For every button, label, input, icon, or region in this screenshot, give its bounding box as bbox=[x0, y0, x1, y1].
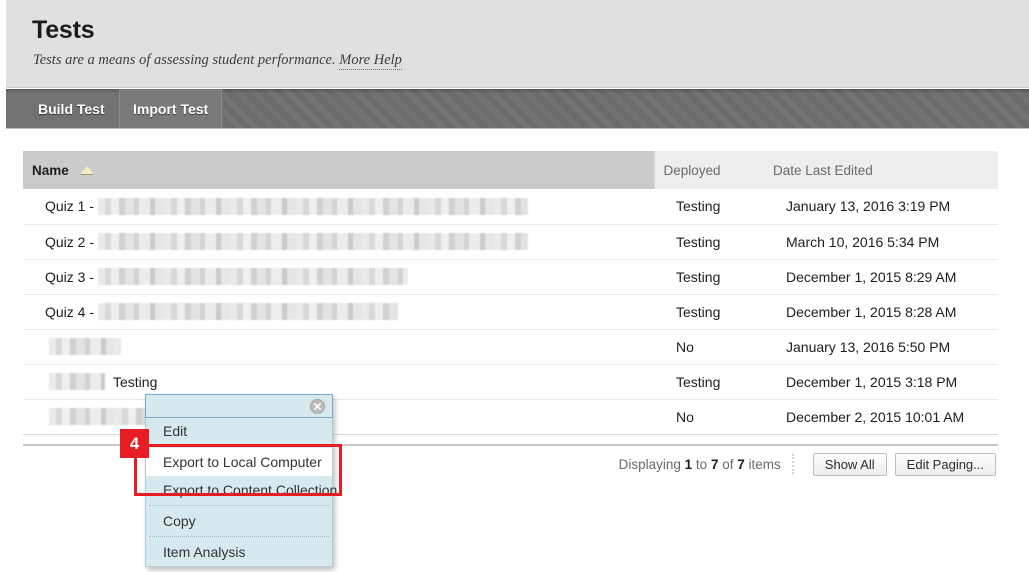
cell-deployed: No bbox=[654, 399, 764, 435]
column-header-date-last-edited[interactable]: Date Last Edited bbox=[764, 151, 998, 189]
tests-page: Tests Tests are a means of assessing stu… bbox=[0, 0, 1029, 572]
column-header-name[interactable]: Name bbox=[23, 151, 655, 189]
tests-table: Name Deployed Date Last Edited Quiz 1 - T… bbox=[23, 151, 998, 435]
paging-divider bbox=[791, 454, 794, 474]
cell-name[interactable] bbox=[23, 329, 654, 365]
close-icon[interactable] bbox=[310, 399, 325, 414]
context-menu-item[interactable]: Item Analysis bbox=[146, 538, 332, 566]
context-menu-separator bbox=[149, 505, 329, 506]
redacted-name bbox=[98, 197, 529, 215]
paging-items-word: items bbox=[748, 456, 781, 472]
table-row[interactable]: No January 13, 2016 5:50 PM bbox=[23, 329, 998, 365]
name-cell-content: Quiz 1 - bbox=[45, 197, 654, 215]
context-menu: Edit Export to Local Computer Export to Co… bbox=[145, 394, 337, 567]
table-row[interactable]: Quiz 4 - Testing December 1, 2015 8:28 AM bbox=[23, 294, 998, 330]
context-menu-item[interactable]: Export to Content Collection bbox=[146, 476, 337, 504]
page-description-text: Tests are a means of assessing student p… bbox=[33, 52, 336, 68]
table-row[interactable]: Quiz 3 - Testing December 1, 2015 8:29 AM bbox=[23, 259, 998, 295]
context-menu-item[interactable]: Edit bbox=[146, 417, 332, 445]
cell-name[interactable]: Quiz 4 - bbox=[23, 294, 654, 330]
redacted-name bbox=[49, 373, 105, 390]
column-header-deployed[interactable]: Deployed bbox=[654, 151, 764, 189]
paging-total: 7 bbox=[737, 456, 745, 472]
cell-date-last-edited: March 10, 2016 5:34 PM bbox=[764, 224, 998, 260]
context-menu-header bbox=[145, 394, 333, 418]
name-prefix: Quiz 4 - bbox=[45, 303, 95, 320]
cell-name[interactable]: Quiz 3 - bbox=[23, 259, 654, 295]
name-prefix: Quiz 2 - bbox=[45, 233, 95, 250]
name-cell-content: Testing bbox=[45, 373, 654, 390]
cell-name[interactable]: Quiz 1 - bbox=[23, 189, 654, 225]
name-cell-content bbox=[45, 338, 654, 355]
page-header: Tests Tests are a means of assessing stu… bbox=[6, 0, 1029, 88]
annotation-step-badge: 4 bbox=[120, 429, 149, 458]
paging-displaying-word: Displaying bbox=[618, 456, 681, 472]
more-help-link[interactable]: More Help bbox=[339, 52, 402, 70]
redacted-name bbox=[49, 338, 121, 355]
context-menu-item[interactable]: Export to Local Computer bbox=[146, 448, 332, 476]
cell-deployed: No bbox=[654, 329, 764, 365]
cell-date-last-edited: December 1, 2015 8:28 AM bbox=[764, 294, 998, 330]
context-menu-separator bbox=[149, 536, 329, 537]
context-menu-separator bbox=[149, 446, 329, 447]
cell-date-last-edited: January 13, 2016 5:50 PM bbox=[764, 329, 998, 365]
cell-name[interactable] bbox=[23, 399, 654, 435]
context-menu-item[interactable]: Copy bbox=[146, 507, 332, 535]
paging-from: 1 bbox=[684, 456, 693, 472]
redacted-name bbox=[98, 268, 409, 285]
name-cell-content: Quiz 3 - bbox=[45, 268, 654, 285]
paging-of-word: of bbox=[722, 456, 734, 472]
page-description: Tests are a means of assessing student p… bbox=[33, 52, 402, 70]
redacted-name bbox=[98, 233, 529, 250]
cell-name[interactable]: Quiz 2 - bbox=[23, 224, 654, 260]
cell-date-last-edited: January 13, 2016 3:19 PM bbox=[764, 189, 998, 225]
context-menu-items: Edit Export to Local Computer Export to Co… bbox=[146, 417, 337, 566]
name-cell-content bbox=[45, 408, 654, 425]
import-test-button[interactable]: Import Test bbox=[119, 89, 223, 128]
name-suffix: Testing bbox=[113, 373, 158, 390]
table-header-row: Name Deployed Date Last Edited bbox=[23, 151, 998, 189]
table-row[interactable]: Quiz 2 - Testing March 10, 2016 5:34 PM bbox=[23, 224, 998, 260]
cell-date-last-edited: December 2, 2015 10:01 AM bbox=[764, 399, 998, 435]
cell-deployed: Testing bbox=[654, 259, 764, 295]
column-header-name-label: Name bbox=[32, 162, 69, 178]
tests-table-head: Name Deployed Date Last Edited bbox=[23, 151, 998, 189]
page-title: Tests bbox=[32, 16, 95, 44]
cell-date-last-edited: December 1, 2015 3:18 PM bbox=[764, 364, 998, 400]
table-row[interactable]: Quiz 1 - Testing January 13, 2016 3:19 PM bbox=[23, 189, 998, 225]
name-cell-content: Quiz 4 - bbox=[45, 303, 654, 320]
name-cell-content: Quiz 2 - bbox=[45, 233, 654, 250]
cell-deployed: Testing bbox=[654, 224, 764, 260]
build-test-button[interactable]: Build Test bbox=[24, 89, 119, 128]
cell-deployed: Testing bbox=[654, 189, 764, 225]
sort-ascending-icon[interactable] bbox=[79, 165, 94, 174]
edit-paging-button[interactable]: Edit Paging... bbox=[894, 452, 996, 476]
paging-to-word: to bbox=[695, 456, 708, 472]
cell-name[interactable]: Testing bbox=[23, 364, 654, 400]
cell-date-last-edited: December 1, 2015 8:29 AM bbox=[764, 259, 998, 295]
name-prefix: Quiz 3 - bbox=[45, 268, 95, 285]
redacted-name bbox=[49, 408, 147, 425]
show-all-button[interactable]: Show All bbox=[812, 452, 887, 476]
name-prefix: Quiz 1 - bbox=[45, 198, 95, 215]
paging-to: 7 bbox=[710, 456, 719, 472]
action-bar: Build Test Import Test bbox=[6, 89, 1029, 129]
cell-deployed: Testing bbox=[654, 294, 764, 330]
tests-table-container: Name Deployed Date Last Edited Quiz 1 - T… bbox=[23, 151, 998, 435]
paging-count-text: Displaying 1 to 7 of 7 items bbox=[619, 457, 781, 472]
cell-deployed: Testing bbox=[654, 364, 764, 400]
redacted-name bbox=[98, 303, 399, 320]
